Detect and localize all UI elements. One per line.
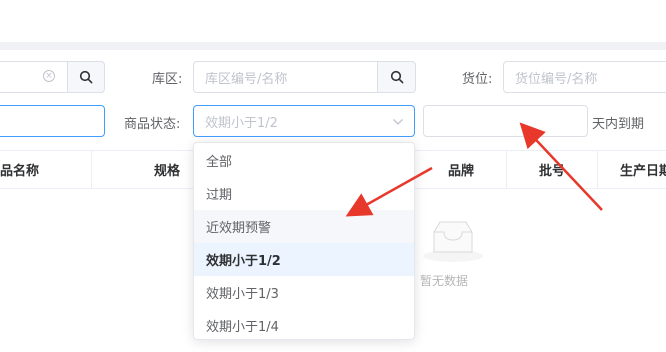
column-header-name[interactable]: 品名称 [0,151,91,188]
location-placeholder: 货位编号/名称 [515,71,598,87]
dropdown-option-hovered[interactable]: 近效期预警 [194,210,414,243]
dropdown-option-selected[interactable]: 效期小于1/2 [194,243,414,276]
status-label: 商品状态: [124,117,181,132]
dropdown-option[interactable]: 过期 [194,177,414,210]
chevron-down-icon [393,119,403,125]
section-divider [0,42,666,50]
search-button-left[interactable] [67,61,105,93]
location-input[interactable]: 货位编号/名称 [503,61,666,93]
column-header-production-date[interactable]: 生产日期 [598,151,666,188]
status-select[interactable]: 效期小于1/2 [193,105,415,137]
warehouse-placeholder: 库区编号/名称 [205,71,288,87]
empty-state [418,218,488,268]
warehouse-search-button[interactable] [377,61,416,93]
search-input-left[interactable]: × [0,61,68,93]
location-label: 货位: [462,72,493,87]
top-area [0,0,666,42]
column-header-brand[interactable]: 品牌 [416,151,506,188]
days-suffix-label: 天内到期 [592,117,645,132]
empty-inbox-icon [423,221,483,262]
status-dropdown-menu: 全部 过期 近效期预警 效期小于1/2 效期小于1/3 效期小于1/4 [193,142,415,340]
warehouse-label: 库区: [152,72,183,87]
warehouse-input[interactable]: 库区编号/名称 [193,61,379,93]
search-icon [390,70,403,84]
dropdown-option[interactable]: 效期小于1/3 [194,276,414,309]
left-input-focused[interactable] [0,105,105,137]
dropdown-option[interactable]: 全部 [194,144,414,177]
column-header-batch[interactable]: 批号 [507,151,597,188]
clear-icon[interactable]: × [43,70,55,82]
empty-text: 暂无数据 [420,274,469,288]
dropdown-option[interactable]: 效期小于1/4 [194,309,414,342]
search-icon [79,70,93,84]
days-input[interactable] [423,105,588,137]
status-selected-value: 效期小于1/2 [205,115,278,131]
